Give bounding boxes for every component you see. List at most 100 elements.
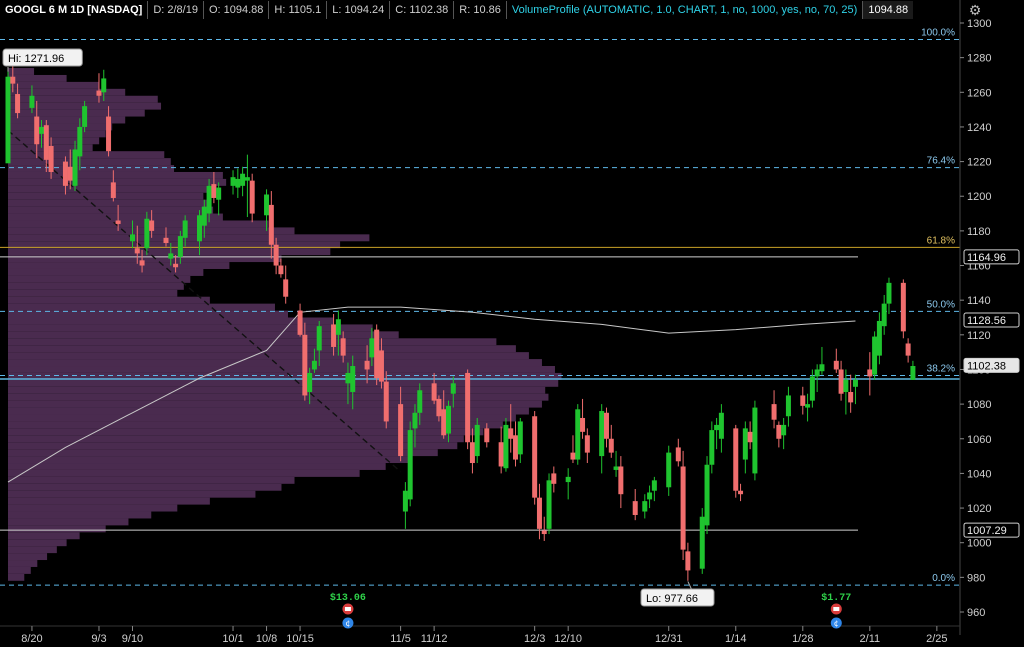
candle[interactable] — [465, 369, 471, 450]
candle[interactable] — [900, 279, 906, 339]
x-tick-label: 8/20 — [21, 633, 42, 645]
profile-bar — [8, 345, 516, 353]
candle[interactable] — [5, 69, 11, 164]
profile-bar — [8, 566, 31, 574]
candle[interactable] — [872, 331, 878, 380]
candle-body — [647, 492, 653, 500]
candle[interactable] — [532, 411, 538, 505]
x-tick-label: 11/5 — [390, 633, 411, 645]
candle-body — [177, 236, 183, 257]
candle-body — [498, 442, 504, 467]
candle[interactable] — [704, 456, 710, 535]
profile-bar — [8, 504, 178, 512]
x-tick-label: 1/14 — [725, 633, 746, 645]
y-tick-label: 1180 — [967, 226, 991, 238]
candle-body — [541, 530, 547, 535]
candle[interactable] — [680, 450, 686, 561]
candle[interactable] — [699, 508, 705, 574]
candle-body — [675, 447, 681, 462]
candle-body — [733, 428, 739, 491]
candle-body — [809, 376, 815, 401]
candle-body — [436, 398, 442, 417]
candle-body — [565, 476, 571, 483]
profile-bar — [8, 255, 282, 263]
profile-bar — [8, 449, 438, 457]
fib-label: 100.0% — [921, 27, 955, 38]
candle-body — [714, 424, 720, 431]
candle-body — [149, 220, 155, 231]
candle-body — [139, 260, 145, 266]
candle[interactable] — [374, 324, 380, 386]
candle-body — [77, 126, 83, 157]
event-icon-mark — [833, 607, 840, 611]
candle[interactable] — [733, 424, 739, 498]
candle-body — [599, 411, 605, 457]
candle-body — [680, 466, 686, 550]
candle-body — [129, 234, 135, 242]
candle-body — [608, 438, 614, 453]
profile-bar — [8, 213, 223, 221]
profile-bar — [8, 68, 35, 75]
profile-bar — [8, 137, 100, 145]
candle-body — [584, 435, 590, 453]
symbol-label[interactable]: GOOGL 6 M 1D [NASDAQ] — [0, 1, 149, 19]
x-tick-label: 9/10 — [122, 633, 143, 645]
candle-body — [364, 360, 370, 370]
candle-body — [781, 424, 787, 436]
profile-bar — [8, 442, 458, 450]
candle-body — [699, 516, 705, 569]
profile-bar — [8, 400, 542, 408]
fib-label: 38.2% — [927, 364, 955, 375]
candle[interactable] — [407, 421, 413, 507]
candle-body — [378, 350, 384, 382]
candle-body — [814, 369, 820, 377]
candle-body — [517, 421, 523, 455]
profile-bar — [8, 539, 67, 547]
candle-body — [704, 464, 710, 526]
candle-body — [216, 187, 222, 200]
candle-body — [350, 366, 356, 392]
profile-bar — [8, 463, 386, 470]
candle[interactable] — [575, 404, 581, 465]
candle-body — [211, 184, 217, 198]
price-chart[interactable]: 100.0% 76.4% 61.8% 50.0% 38.2% 0.0% 960 980 100… — [0, 0, 1024, 647]
gear-icon[interactable]: ⚙ — [967, 2, 983, 18]
study-label[interactable]: VolumeProfile (AUTOMATIC, 1.0, CHART, 1,… — [507, 1, 864, 19]
dividend-icon-glyph: ¢ — [834, 619, 839, 628]
fib-label: 0.0% — [932, 573, 955, 584]
x-tick-label: 10/8 — [256, 633, 277, 645]
candle-body — [738, 490, 744, 495]
earnings-label: $1.77 — [821, 592, 851, 604]
candle-body — [742, 428, 748, 460]
candle-body — [264, 194, 270, 216]
hi-label: Hi: 1271.96 — [8, 53, 64, 65]
candle-body — [900, 282, 906, 332]
candle-body — [15, 94, 21, 114]
profile-bar — [8, 109, 145, 117]
candle[interactable] — [546, 473, 552, 535]
candle-body — [771, 404, 777, 420]
candle[interactable] — [752, 400, 758, 481]
candle-body — [785, 395, 791, 417]
candle-body — [273, 244, 279, 266]
candle[interactable] — [503, 417, 509, 472]
profile-bar — [8, 158, 171, 166]
candle-body — [345, 372, 351, 384]
profile-bar — [8, 123, 113, 131]
y-tick-label: 1300 — [967, 18, 991, 30]
candle-body — [96, 90, 102, 96]
candle-body — [407, 430, 413, 500]
candle-body — [575, 409, 581, 460]
candle-body — [39, 126, 45, 134]
candle-body — [398, 404, 404, 457]
candle-body — [244, 177, 250, 181]
candle-body — [331, 324, 337, 347]
candle-body — [48, 145, 54, 172]
candle-body — [383, 381, 389, 422]
candle-body — [197, 215, 203, 242]
profile-bar — [8, 220, 269, 228]
profile-bar — [8, 303, 275, 311]
candle-body — [110, 182, 116, 198]
profile-bar — [8, 386, 546, 394]
y-tick-label: 960 — [967, 607, 985, 619]
